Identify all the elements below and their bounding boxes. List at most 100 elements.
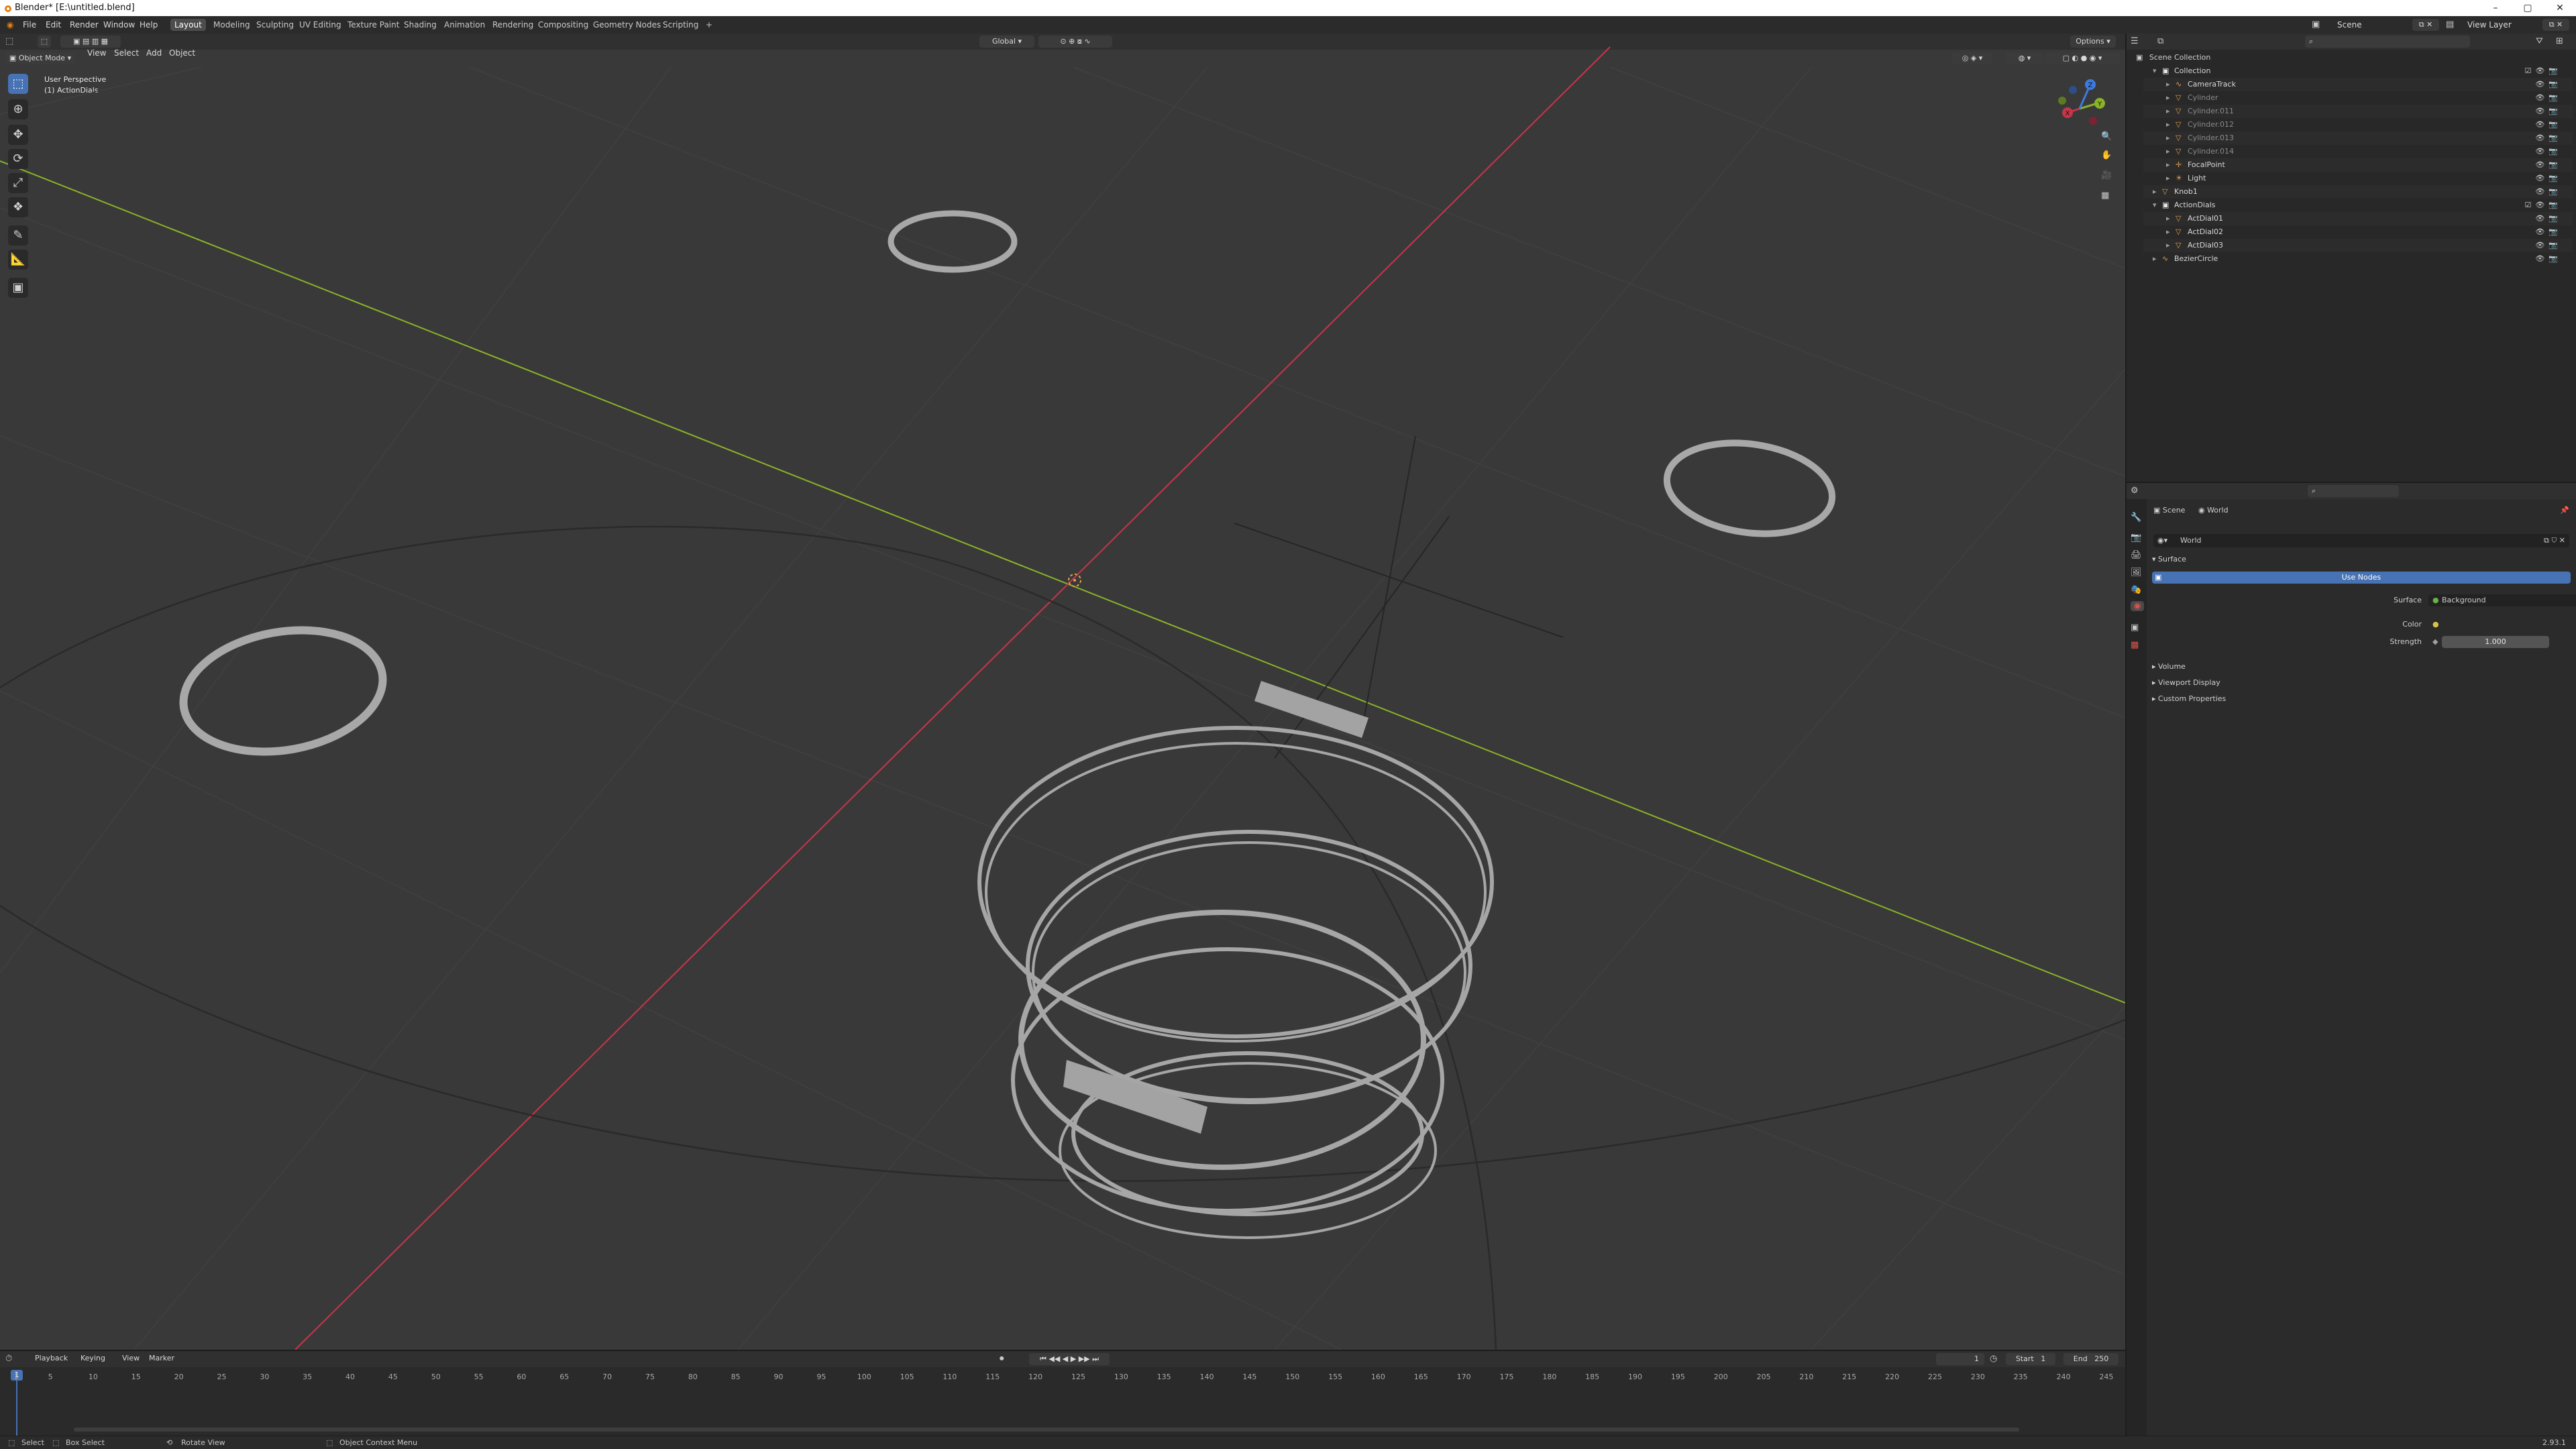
expand-arrow-icon[interactable]: ▸	[2166, 131, 2170, 145]
expand-arrow-icon[interactable]: ▸	[2166, 225, 2170, 239]
menu-window[interactable]: Window	[103, 16, 135, 34]
annotate-tool[interactable]: ✎	[8, 225, 28, 246]
viewport-display-panel-header[interactable]: ▸ Viewport Display	[2152, 676, 2220, 690]
tab-uv-editing[interactable]: UV Editing	[295, 19, 345, 31]
texture-tab-icon[interactable]: ▩	[2131, 640, 2139, 650]
visibility-toggle-icons[interactable]: 👁📷	[2535, 212, 2562, 225]
world-datablock-selector[interactable]: ◉▾ World ⧉ ⛉ ✕	[2153, 534, 2569, 547]
maximize-button[interactable]: ▢	[2512, 0, 2544, 16]
outliner-row[interactable]: ▸ ▽ Cylinder.012 👁📷	[2143, 118, 2573, 131]
view-layer-name[interactable]: View Layer	[2467, 16, 2512, 34]
world-tab-icon[interactable]: ◉	[2131, 601, 2144, 611]
record-icon[interactable]: ⏺	[1000, 1354, 1004, 1364]
pin-icon[interactable]: 📌	[2560, 506, 2569, 515]
visibility-toggle-icons[interactable]: ☑👁📷	[2524, 199, 2562, 212]
close-button[interactable]: ✕	[2544, 0, 2576, 16]
end-frame-field[interactable]: End 250	[2063, 1353, 2118, 1365]
scene-name[interactable]: Scene	[2337, 16, 2362, 34]
camera-view-icon[interactable]: 🎥	[2101, 170, 2112, 180]
outliner-row[interactable]: ▾ ▣ Collection ☑👁📷	[2143, 64, 2573, 78]
visibility-toggle-icons[interactable]: 👁📷	[2535, 172, 2562, 185]
surface-panel-header[interactable]: ▾ Surface	[2152, 553, 2572, 566]
expand-arrow-icon[interactable]: ▾	[2153, 64, 2157, 78]
visibility-toggle-icons[interactable]: 👁📷	[2535, 78, 2562, 91]
visibility-toggle-icons[interactable]: 👁📷	[2535, 185, 2562, 199]
outliner-row[interactable]: ▸ ▽ Cylinder.014 👁📷	[2143, 145, 2573, 158]
outliner-editor-type-icon[interactable]: ☰	[2131, 36, 2139, 46]
expand-arrow-icon[interactable]: ▸	[2166, 212, 2170, 225]
outliner-row[interactable]: ▸ ☀ Light 👁📷	[2143, 172, 2573, 185]
tab-texture-paint[interactable]: Texture Paint	[343, 19, 403, 31]
timeline-menu-marker[interactable]: Marker	[149, 1350, 174, 1366]
timeline-menu-playback[interactable]: Playback	[35, 1350, 68, 1366]
expand-arrow-icon[interactable]: ▸	[2166, 158, 2170, 172]
scene-tab-icon[interactable]: 🎭	[2131, 585, 2141, 595]
transform-tool[interactable]: ❖	[8, 197, 28, 217]
view-layer-tab-icon[interactable]: 🖼	[2131, 568, 2142, 578]
outliner-row[interactable]: ▸ ▽ ActDial01 👁📷	[2143, 212, 2573, 225]
properties-editor-type-icon[interactable]: ⚙	[2131, 486, 2139, 496]
visibility-toggle-icons[interactable]: 👁📷	[2535, 239, 2562, 252]
visibility-toggle-icons[interactable]: 👁📷	[2535, 252, 2562, 266]
playback-controls[interactable]: ⏮ ◀◀ ◀ ▶ ▶▶ ⏭	[1029, 1353, 1110, 1365]
3d-viewport[interactable]: ⬚ ⬚ ▣ ▤ ▥ ▦ Global ▾ ⊙ ⊕ ⧇ ∿ Options ▾ ▣…	[0, 34, 2125, 1350]
rotate-tool[interactable]: ⟳	[8, 149, 28, 169]
outliner-row[interactable]: ▾ ▣ ActionDials ☑👁📷	[2143, 199, 2573, 212]
tab-compositing[interactable]: Compositing	[534, 19, 592, 31]
zoom-icon[interactable]: 🔍	[2101, 131, 2112, 142]
tab-modeling[interactable]: Modeling	[209, 19, 254, 31]
expand-arrow-icon[interactable]: ▸	[2166, 145, 2170, 158]
visibility-toggle-icons[interactable]: 👁📷	[2535, 131, 2562, 145]
tab-sculpting[interactable]: Sculpting	[252, 19, 298, 31]
strength-value[interactable]: 1.000	[2442, 636, 2549, 648]
timeline-editor-type-icon[interactable]: ⏱	[5, 1354, 12, 1364]
visibility-toggle-icons[interactable]: 👁📷	[2535, 105, 2562, 118]
render-tab-icon[interactable]: 📷	[2131, 533, 2141, 543]
new-collection-icon[interactable]: ⊞	[2556, 36, 2563, 46]
visibility-toggle-icons[interactable]: 👁📷	[2535, 91, 2562, 105]
visibility-toggle-icons[interactable]: 👁📷	[2535, 118, 2562, 131]
tab-geometry-nodes[interactable]: Geometry Nodes	[589, 19, 665, 31]
move-tool[interactable]: ✥	[8, 125, 28, 145]
volume-panel-header[interactable]: ▸ Volume	[2152, 660, 2186, 674]
expand-arrow-icon[interactable]: ▸	[2166, 118, 2170, 131]
timeline-menu-view[interactable]: View	[122, 1350, 140, 1366]
visibility-toggle-icons[interactable]: 👁📷	[2535, 158, 2562, 172]
tab-animation[interactable]: Animation	[440, 19, 489, 31]
view-layer-actions[interactable]: ⧉ ✕	[2542, 19, 2569, 31]
outliner-row[interactable]: ▸ ∿ BezierCircle 👁📷	[2143, 252, 2573, 266]
add-workspace-button[interactable]: +	[702, 19, 716, 31]
ortho-grid-icon[interactable]: ▦	[2101, 191, 2109, 201]
color-swatch[interactable]	[2442, 619, 2549, 631]
start-frame-field[interactable]: Start 1	[2006, 1353, 2055, 1365]
outliner-row[interactable]: ▸ ✛ FocalPoint 👁📷	[2143, 158, 2573, 172]
preview-range-icon[interactable]: ◷	[1990, 1354, 1997, 1364]
collection-tab-icon[interactable]: ▣	[2131, 623, 2139, 633]
tab-rendering[interactable]: Rendering	[488, 19, 537, 31]
display-mode-icon[interactable]: ⧉	[2157, 36, 2163, 46]
tab-scripting[interactable]: Scripting	[659, 19, 702, 31]
color-field[interactable]: ●	[2428, 619, 2549, 631]
expand-arrow-icon[interactable]: ▾	[2153, 199, 2157, 212]
expand-arrow-icon[interactable]: ▸	[2166, 239, 2170, 252]
custom-properties-panel-header[interactable]: ▸ Custom Properties	[2152, 692, 2226, 706]
scene-collection-row[interactable]: ▣ Scene Collection	[2136, 51, 2210, 64]
output-tab-icon[interactable]: 🖨	[2131, 550, 2142, 560]
expand-arrow-icon[interactable]: ▸	[2166, 105, 2170, 118]
scene-actions[interactable]: ⧉ ✕	[2412, 19, 2439, 31]
strength-field[interactable]: ◆ 1.000	[2428, 636, 2549, 648]
pan-hand-icon[interactable]: ✋	[2101, 150, 2112, 160]
tool-tab-icon[interactable]: 🔧	[2131, 513, 2141, 523]
properties-search-input[interactable]: ⌕	[2308, 485, 2399, 497]
visibility-toggle-icons[interactable]: ☑👁📷	[2524, 64, 2562, 78]
timeline-scrollbar[interactable]	[74, 1428, 2019, 1432]
expand-arrow-icon[interactable]: ▸	[2166, 91, 2170, 105]
filter-icon[interactable]: ⛛	[2536, 36, 2543, 46]
menu-render[interactable]: Render	[70, 16, 99, 34]
add-cube-tool[interactable]: ▣	[8, 278, 28, 298]
world-name-field[interactable]: World	[2180, 534, 2202, 547]
current-frame-field[interactable]: 1	[1936, 1353, 1984, 1365]
outliner-row[interactable]: ▸ ▽ Cylinder.011 👁📷	[2143, 105, 2573, 118]
expand-arrow-icon[interactable]: ▸	[2153, 185, 2157, 199]
world-browse-icon[interactable]: ◉▾	[2157, 534, 2167, 547]
